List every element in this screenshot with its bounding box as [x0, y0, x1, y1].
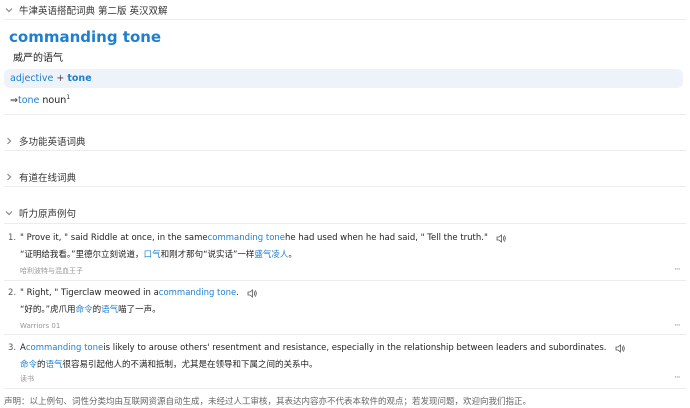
example-text: " Right, " Tigerclaw meowed in a — [20, 288, 159, 298]
example-keyword[interactable]: 盛气凌人 — [254, 250, 288, 260]
chevron-right-icon[interactable] — [3, 171, 15, 183]
collocation-keyword[interactable]: adjective — [10, 73, 53, 84]
cross-reference: ⇒tone noun1 — [10, 94, 70, 106]
example-chinese: “好的。”虎爪用命令的语气喵了一声。 — [20, 303, 161, 315]
example-chinese: “证明给我看。”里德尔立刻说道，口气和刚才那句“说实话”一样盛气凌人。 — [20, 248, 297, 260]
more-options-icon[interactable]: ··· — [674, 265, 681, 275]
collocation-tone: tone — [67, 73, 92, 84]
example-text: " Prove it, " said Riddle at once, in th… — [20, 233, 208, 243]
example-keyword[interactable]: 语气 — [101, 305, 118, 315]
example-keyword[interactable]: 语气 — [46, 360, 63, 370]
chevron-right-icon[interactable] — [3, 135, 15, 147]
divider — [4, 186, 686, 187]
speaker-icon[interactable] — [247, 288, 257, 298]
divider — [4, 388, 686, 389]
section-header-oxford[interactable]: 牛津英语搭配词典 第二版 英汉双解 — [0, 1, 690, 19]
example-text: 。 — [288, 250, 297, 260]
headword-translation: 威严的语气 — [13, 53, 63, 64]
example-number: 2. — [8, 288, 17, 298]
divider — [4, 19, 686, 20]
more-options-icon[interactable]: ··· — [674, 373, 681, 383]
disclaimer: 声明：以上例句、词性分类均由互联网资源自动生成，未经过人工审核，其表达内容亦不代… — [4, 397, 532, 407]
arrow-icon: ⇒ — [10, 95, 18, 107]
section-title: 多功能英语词典 — [19, 137, 86, 148]
example-text: 很容易引起他人的不满和抵制，尤其是在领导和下属之间的关系中。 — [62, 360, 318, 370]
example-chinese: 命令的语气很容易引起他人的不满和抵制，尤其是在领导和下属之间的关系中。 — [20, 358, 318, 370]
collocation-pattern[interactable]: adjective + tone — [4, 69, 683, 88]
example-keyword[interactable]: commanding tone — [159, 288, 236, 298]
example-text: 的 — [37, 360, 46, 370]
chevron-down-icon[interactable] — [3, 207, 15, 219]
divider — [4, 334, 686, 335]
example-keyword[interactable]: commanding tone — [208, 233, 285, 243]
section-header-youdao[interactable]: 有道在线词典 — [0, 168, 690, 186]
section-header-listening[interactable]: 听力原声例句 — [0, 204, 690, 222]
example-keyword[interactable]: 命令 — [20, 360, 37, 370]
section-title: 有道在线词典 — [19, 173, 77, 184]
example-source[interactable]: 哈利波特与混血王子 — [20, 266, 83, 276]
example-text: is likely to arouse others' resentment a… — [103, 343, 607, 353]
example-text: 喵了一声。 — [118, 305, 161, 315]
example-text: “证明给我看。”里德尔立刻说道， — [20, 250, 144, 260]
example-number: 3. — [8, 343, 17, 353]
example-text: he had used when he had said, " Tell the… — [285, 233, 488, 243]
more-options-icon[interactable]: ··· — [674, 321, 681, 331]
example-text: . — [236, 288, 239, 298]
divider — [4, 223, 686, 224]
section-title: 听力原声例句 — [19, 209, 77, 220]
chevron-down-icon[interactable] — [3, 4, 15, 16]
example-keyword[interactable]: 命令 — [76, 305, 93, 315]
xref-pos: noun — [42, 95, 67, 107]
speaker-icon[interactable] — [496, 233, 506, 243]
example-source[interactable]: Warriors 01 — [20, 322, 60, 330]
example-keyword[interactable]: 口气 — [144, 250, 161, 260]
example-english: " Right, " Tigerclaw meowed in a command… — [20, 288, 257, 298]
example-english: A commanding tone is likely to arouse ot… — [20, 343, 625, 353]
section-title: 牛津英语搭配词典 第二版 英汉双解 — [19, 6, 168, 17]
example-text: “好的。”虎爪用 — [20, 305, 76, 315]
divider — [4, 114, 686, 115]
xref-sup: 1 — [66, 94, 71, 101]
divider — [4, 280, 686, 281]
headword: commanding tone — [9, 28, 162, 46]
divider — [4, 150, 686, 151]
example-keyword[interactable]: commanding tone — [26, 343, 103, 353]
xref-link[interactable]: tone — [18, 95, 39, 106]
collocation-plus: + — [56, 73, 65, 84]
section-header-multi[interactable]: 多功能英语词典 — [0, 132, 690, 150]
example-number: 1. — [8, 233, 17, 243]
example-text: 的 — [92, 305, 102, 315]
example-source[interactable]: 读书 — [20, 374, 34, 384]
speaker-icon[interactable] — [615, 343, 625, 353]
example-english: " Prove it, " said Riddle at once, in th… — [20, 233, 506, 243]
example-text: 和刚才那句“说实话”一样 — [160, 250, 255, 260]
